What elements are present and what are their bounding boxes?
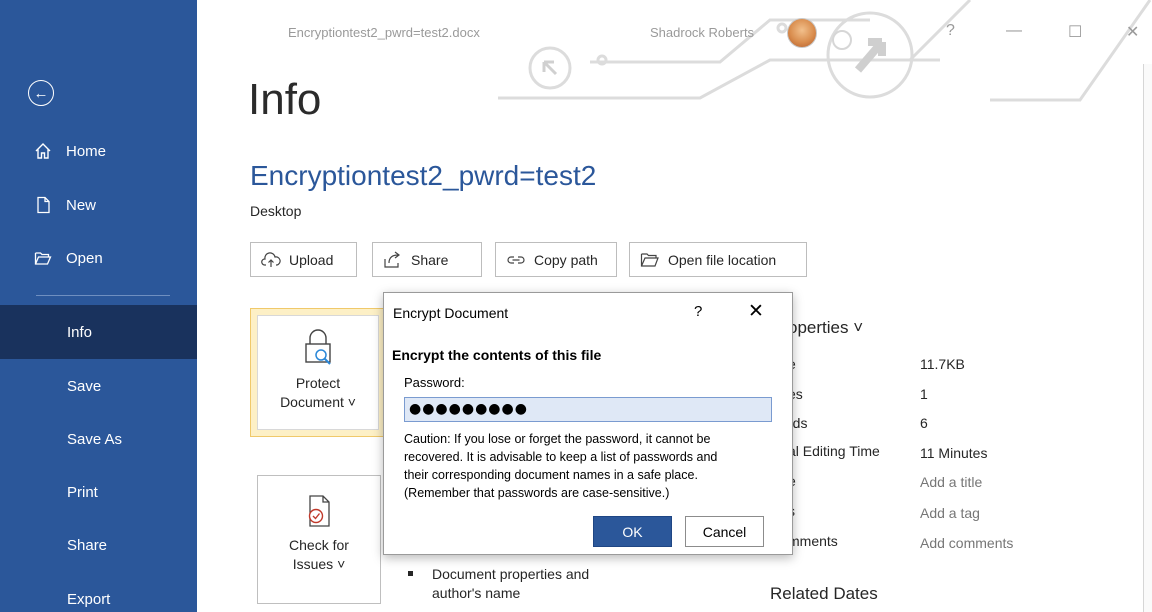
password-input[interactable]: ●●●●●●●●● [404,397,772,422]
bullet-text-line1: Document properties and [432,566,590,582]
encrypt-document-dialog: Encrypt Document ? ✕ Encrypt the content… [383,292,793,555]
sidebar-item-save[interactable]: Save [0,359,197,413]
sidebar-item-label: Open [66,249,103,267]
password-label: Password: [404,375,465,390]
related-dates-heading: Related Dates [770,584,878,603]
sidebar-item-save-as[interactable]: Save As [0,412,197,466]
prop-value-title[interactable]: Add a title [920,474,982,490]
protect-label-line1: Protect [295,375,341,391]
cancel-button[interactable]: Cancel [685,516,764,547]
user-avatar[interactable] [787,18,817,48]
open-folder-icon [34,249,52,267]
back-arrow-icon: ← [33,84,49,102]
dialog-heading: Encrypt the contents of this file [392,347,602,363]
caution-line-4: (Remember that passwords are case-sensit… [404,486,670,500]
document-title: Encryptiontest2_pwrd=test2 [250,160,597,191]
prop-label-comments: mments [788,533,838,549]
dialog-close-button[interactable]: ✕ [748,300,764,323]
share-label: Share [411,251,449,268]
prop-value-comments[interactable]: Add comments [920,535,1013,551]
dialog-help-button[interactable]: ? [694,303,702,320]
sidebar-item-label: Export [67,590,111,608]
prop-value-pages: 1 [920,386,928,402]
help-button[interactable]: ? [946,22,955,40]
titlebar-document-name: Encryptiontest2_pwrd=test2.docx [288,25,480,40]
dialog-title: Encrypt Document [393,305,509,321]
caution-text: Caution: If you lose or forget the passw… [404,430,776,502]
caution-line-1: Caution: If you lose or forget the passw… [404,432,711,446]
titlebar-user-name[interactable]: Shadrock Roberts [650,25,754,40]
close-window-button[interactable]: ✕ [1126,22,1139,42]
prop-label-editing-time: al Editing Time [788,443,880,459]
sidebar-item-label: Print [67,483,98,501]
sidebar-item-label: New [66,196,97,214]
check-document-icon [308,495,330,527]
upload-button[interactable]: Upload [250,242,357,277]
home-icon [34,142,52,160]
share-arrow-icon [384,251,400,268]
page-title: Info [248,75,322,124]
caution-line-2: recovered. It is advisable to keep a lis… [404,450,718,464]
check-for-issues-tile[interactable]: Check for Issues ˅ [257,475,381,604]
sidebar-item-label: Save As [67,430,123,448]
properties-heading[interactable]: operties ˅ [788,318,863,338]
restore-button[interactable]: ☐ [1068,22,1082,42]
sidebar-item-info[interactable]: Info [0,305,197,359]
bullet-text-line2: author's name [432,585,521,601]
folder-icon [640,252,659,267]
sidebar-item-label: Info [67,323,93,341]
copy-path-button[interactable]: Copy path [495,242,617,277]
upload-label: Upload [289,251,334,268]
prop-value-words: 6 [920,415,928,431]
prop-value-editing-time: 11 Minutes [920,445,988,461]
link-icon [507,255,525,264]
circuit-background-art [498,0,1152,102]
sidebar-item-share[interactable]: Share [0,518,197,572]
check-label-line1: Check for [289,537,349,553]
new-document-icon [34,196,52,214]
open-file-location-label: Open file location [668,251,777,268]
sidebar-item-home[interactable]: Home [0,124,197,178]
check-label-line2: Issues ˅ [292,556,346,572]
share-button[interactable]: Share [372,242,482,277]
prop-value-size: 11.7KB [920,356,965,372]
minimize-button[interactable]: — [1006,22,1022,40]
bullet-marker [408,571,413,576]
check-for-issues-label: Check for Issues ˅ [289,536,349,574]
document-location: Desktop [250,203,302,219]
sidebar-item-label: Home [66,142,107,160]
sidebar-item-open[interactable]: Open [0,231,197,285]
protect-document-label: Protect Document ˅ [280,374,356,412]
vertical-scrollbar[interactable] [1143,64,1152,612]
protect-label-line2: Document ˅ [280,394,356,410]
prop-value-tags[interactable]: Add a tag [920,505,980,521]
back-button[interactable]: ← [28,80,54,106]
sidebar-item-label: Share [67,536,108,554]
inspect-bullet-item: Document properties and author's name [408,565,589,603]
caution-line-3: their corresponding document names in a … [404,468,698,482]
ok-button[interactable]: OK [593,516,672,547]
sidebar-item-print[interactable]: Print [0,465,197,519]
copy-path-label: Copy path [534,251,598,268]
protect-document-tile[interactable]: Protect Document ˅ [250,308,386,437]
open-file-location-button[interactable]: Open file location [629,242,807,277]
backstage-sidebar: ← Home New Open Info Save Save As Print … [0,0,197,612]
sidebar-item-label: Save [67,377,102,395]
sidebar-item-new[interactable]: New [0,178,197,232]
upload-cloud-icon [261,251,281,267]
sidebar-item-export[interactable]: Export [0,572,197,612]
lock-icon [305,329,331,365]
sidebar-divider [36,295,170,296]
